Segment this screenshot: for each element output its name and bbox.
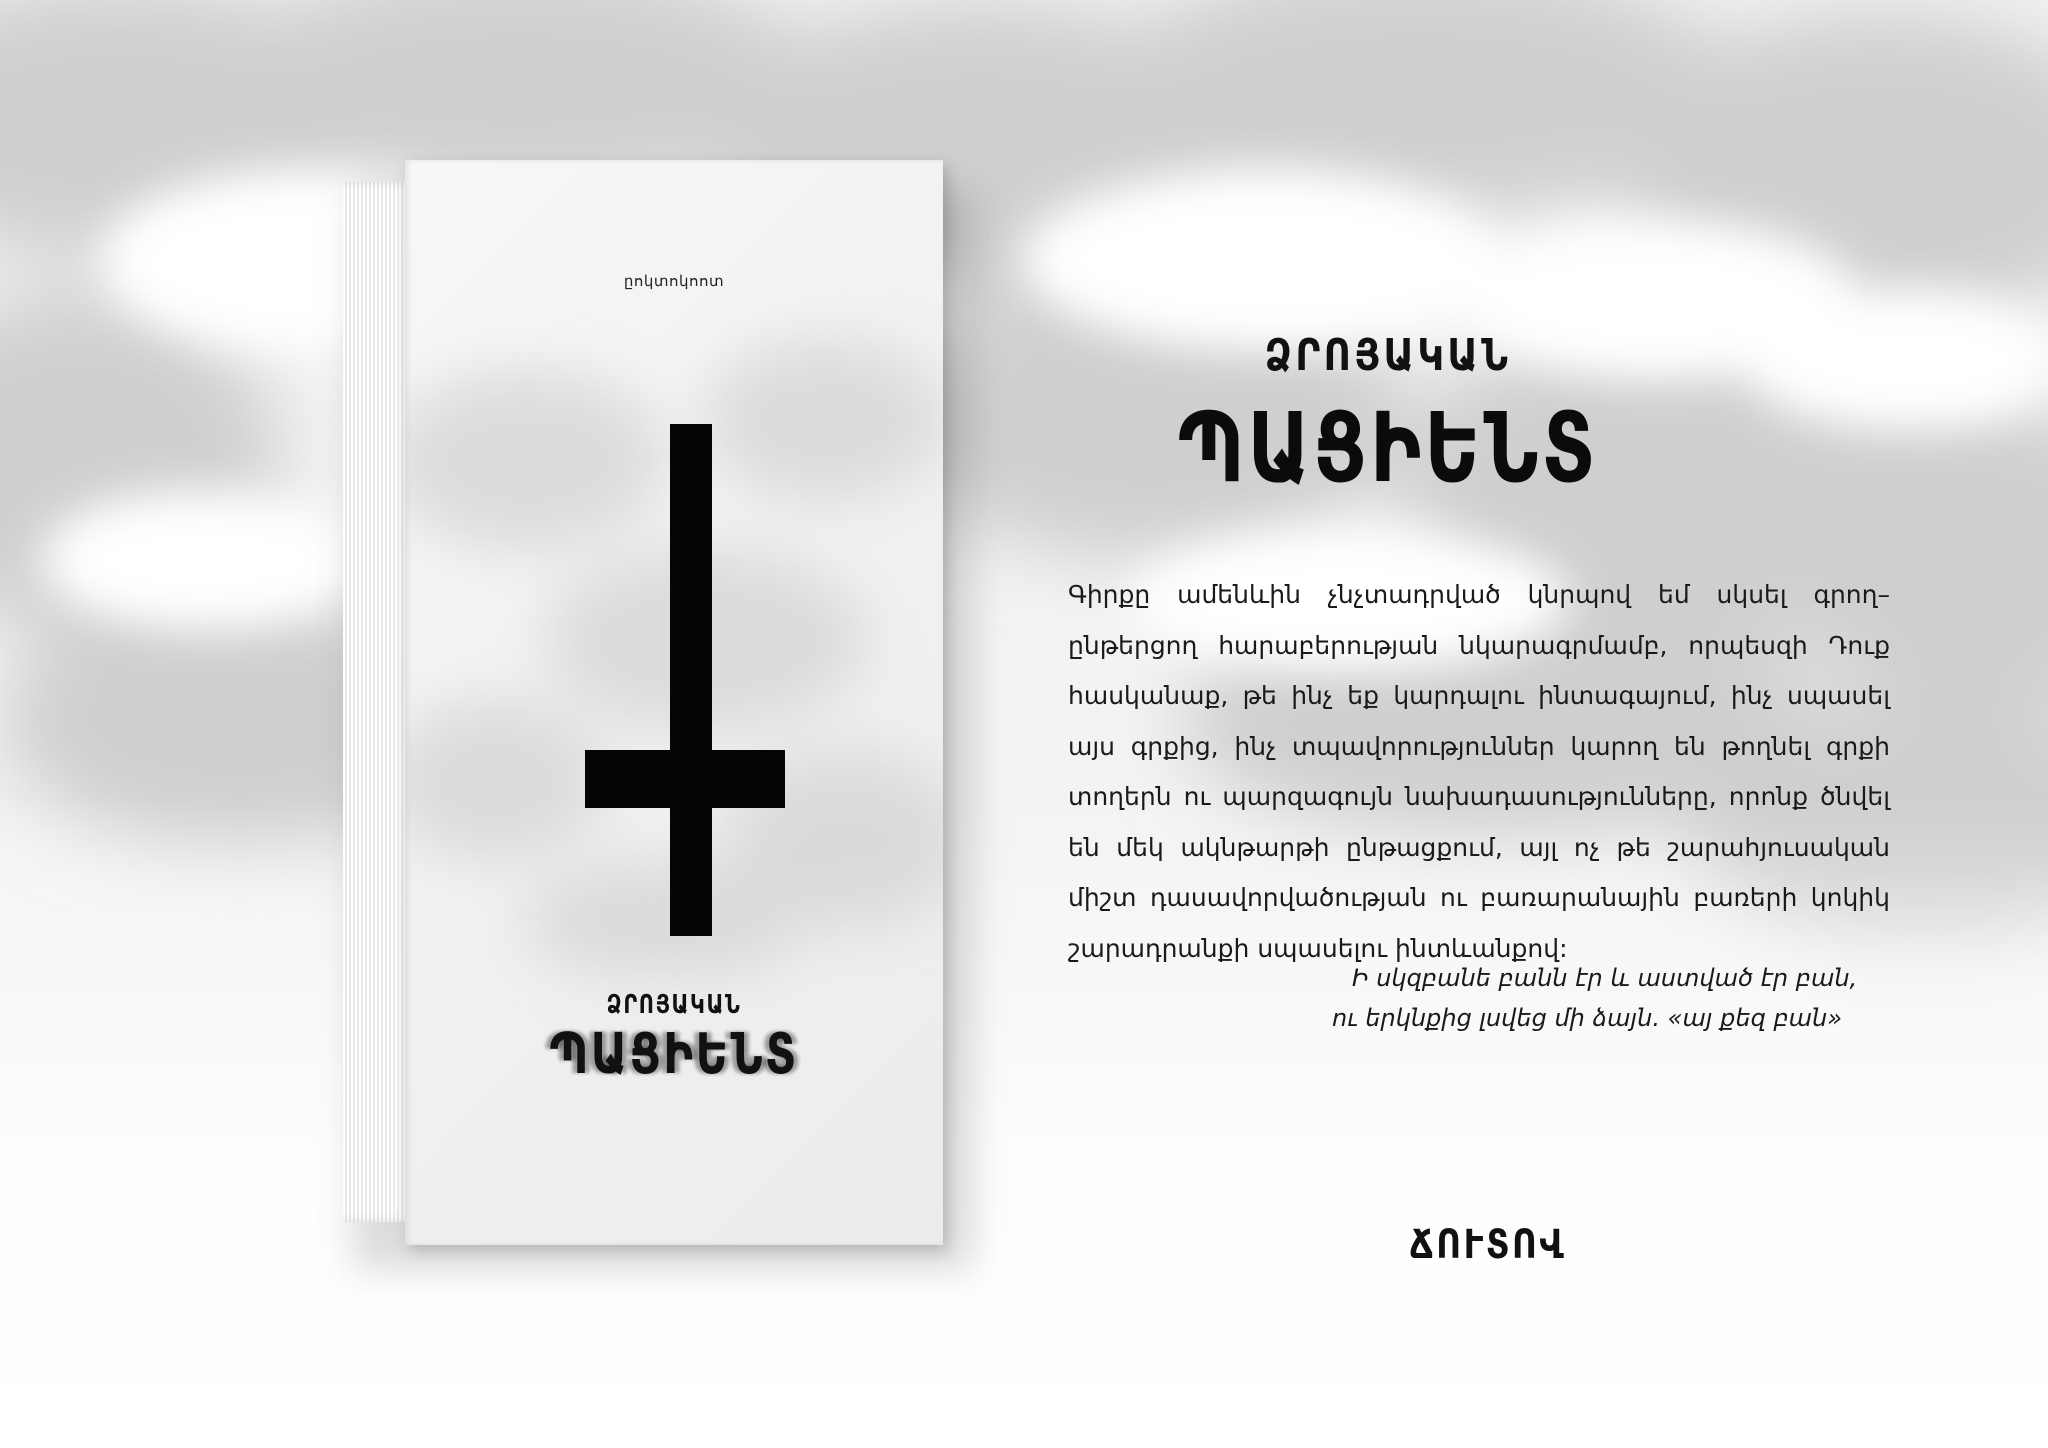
quote-line-2: ու երկնքից լսվեց մի ձայն. «այ քեզ բան» (1332, 1004, 1843, 1032)
cover-title-small: ՁՐՈՅԱԿԱՆ (606, 990, 742, 1020)
heading-title-small: ՁՐՈՅԱԿԱՆ (1264, 330, 1512, 381)
book-page-edges (343, 182, 413, 1222)
inverted-cross-vertical-bar (670, 424, 712, 936)
book-mockup: ըոկտոկոոտ ՁՐՈՅԱԿԱՆ ՊԱՑԻԵՆՏ (343, 160, 973, 1270)
quote-line-1: Ի սկզբանե բանն էր և աստված էր բան, (1352, 964, 1858, 992)
epigraph-quote: Ի սկզբանե բանն էր և աստված էր բան, ու եր… (1240, 958, 1860, 1038)
cover-title-large: ՊԱՑԻԵՆՏ (549, 1022, 799, 1087)
cover-publisher-label: ըոկտոկոոտ (623, 273, 725, 290)
book-cover: ըոկտոկոոտ ՁՐՈՅԱԿԱՆ ՊԱՑԻԵՆՏ (405, 160, 943, 1245)
inverted-cross-horizontal-bar (585, 750, 785, 808)
author-brand: ՃՈՒՏՈՎ (1409, 1222, 1567, 1268)
book-description: Գիրքը ամենևին չնչտադրված կնրպով եմ սկսել… (1068, 580, 1890, 963)
heading-title-large: ՊԱՑԻԵՆՏ (1177, 392, 1599, 504)
